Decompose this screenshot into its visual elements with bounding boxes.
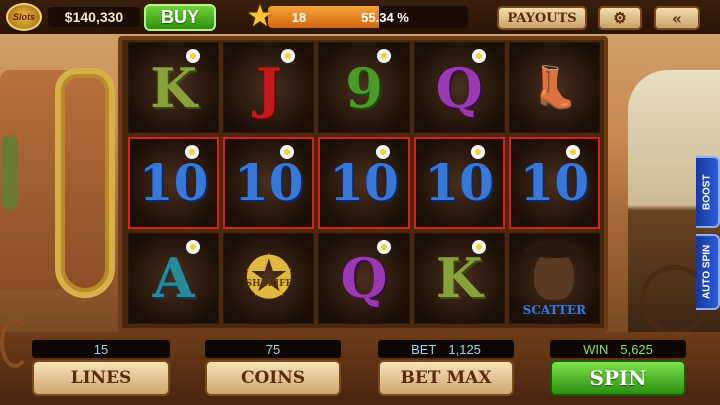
symbol-Q: Q	[318, 232, 410, 324]
scatter-label: SCATTER	[522, 303, 587, 317]
reel-grid: K J 9 Q 👢 10 10 10 10 10 A ✪ SHERIFF Q K SCATTER	[128, 42, 600, 324]
flower-decoration	[471, 49, 486, 63]
symbol-9: 9	[318, 42, 410, 134]
lines-counter: 15	[32, 340, 170, 358]
symbol-glyph: Q	[435, 55, 483, 120]
symbol-glyph: K	[150, 55, 198, 120]
coins-button[interactable]: COINS	[205, 360, 341, 396]
coins-counter: 75	[205, 340, 341, 358]
back-button[interactable]: «	[654, 6, 700, 30]
symbol-glyph: Q	[340, 246, 388, 311]
bet-counter: BET 1,125	[378, 340, 514, 358]
win-counter: WIN 5,625	[550, 340, 686, 358]
auto-spin-tab[interactable]: AUTO SPIN	[696, 234, 720, 310]
flower-decoration	[186, 49, 201, 63]
cowboy-hat	[524, 241, 585, 258]
settings-button[interactable]: ⚙	[598, 6, 642, 30]
lines-value: 15	[93, 341, 109, 357]
bet-value: 1,125	[448, 341, 481, 357]
level-number: 18	[291, 9, 307, 25]
scatter-symbol: SCATTER	[508, 232, 600, 324]
symbol-glyph: 10	[424, 153, 494, 213]
flower-decoration	[376, 49, 391, 63]
symbol-A: A	[128, 232, 220, 324]
scroll-ornament	[0, 318, 30, 368]
symbol-glyph: 10	[329, 153, 399, 213]
spin-button[interactable]: SPIN	[550, 360, 686, 396]
flower-decoration	[376, 239, 391, 254]
flower-decoration	[281, 49, 296, 63]
lines-button[interactable]: LINES	[32, 360, 170, 396]
star-icon: ★	[246, 0, 274, 33]
flower-decoration	[375, 145, 390, 160]
symbol-glyph: 10	[519, 153, 590, 213]
win-label: WIN	[583, 341, 609, 357]
double-chevron-left-icon: «	[672, 8, 682, 28]
symbol-glyph: 10	[233, 153, 304, 213]
xp-percent-label: 55.34 %	[361, 9, 409, 25]
symbol-glyph: A	[152, 246, 195, 311]
symbol-Q: Q	[413, 42, 505, 134]
balance-display: $140,330	[48, 7, 140, 27]
boost-tab[interactable]: BOOST	[696, 156, 720, 228]
lasso-rope-decoration	[55, 68, 115, 298]
game-logo: Slots	[6, 3, 42, 31]
gear-icon: ⚙	[613, 9, 627, 27]
boots-symbol: 👢	[508, 42, 600, 134]
win-value: 5,625	[620, 341, 653, 357]
symbol-10: 10	[128, 137, 220, 229]
bet-label: BET	[411, 341, 437, 357]
cactus-decoration	[2, 135, 18, 210]
symbol-glyph: 9	[345, 55, 383, 120]
symbol-glyph: J	[256, 55, 282, 120]
bet-max-button[interactable]: BET MAX	[378, 360, 514, 396]
symbol-10: 10	[508, 137, 600, 229]
coins-value: 75	[265, 341, 281, 357]
flower-decoration	[186, 239, 201, 254]
symbol-glyph: K	[435, 246, 483, 311]
symbol-glyph: 10	[138, 153, 209, 213]
symbol-10: 10	[318, 137, 410, 229]
payouts-button[interactable]: PAYOUTS	[497, 6, 587, 30]
symbol-K: K	[128, 42, 220, 134]
symbol-10: 10	[223, 137, 315, 229]
symbol-K: K	[413, 232, 505, 324]
sheriff-badge-label: SHERIFF	[245, 279, 292, 289]
symbol-J: J	[223, 42, 315, 134]
reel-cell: ✪ SHERIFF	[223, 232, 315, 324]
symbol-10: 10	[413, 137, 505, 229]
buy-button[interactable]: BUY	[144, 4, 216, 31]
flower-decoration	[471, 239, 486, 254]
